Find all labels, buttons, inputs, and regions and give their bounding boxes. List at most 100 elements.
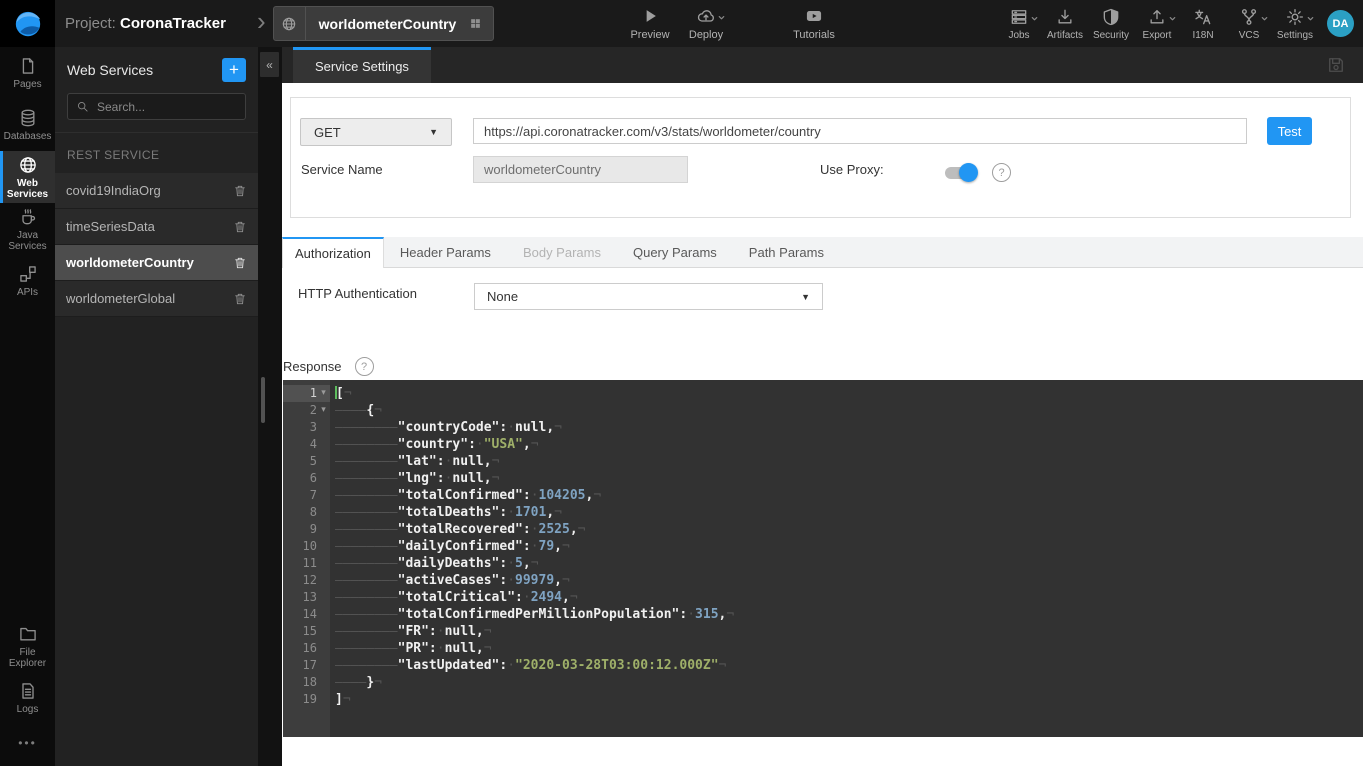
url-input[interactable] (473, 118, 1247, 144)
editor-gutter[interactable]: 15 (283, 623, 330, 640)
editor-gutter[interactable]: 12 (283, 572, 330, 589)
editor-gutter[interactable]: 13 (283, 589, 330, 606)
sidebar-item-databases[interactable]: Databases (0, 99, 55, 151)
deploy-button[interactable]: Deploy (678, 6, 734, 41)
tutorials-button[interactable]: Tutorials (786, 6, 842, 41)
service-item-timeSeriesData[interactable]: timeSeriesData (55, 209, 258, 245)
action-label: Deploy (689, 29, 723, 41)
collapse-panel-button[interactable]: « (260, 52, 279, 77)
editor-gutter[interactable]: 14 (283, 606, 330, 623)
action-icon (1285, 7, 1305, 27)
editor-gutter[interactable]: 18 (283, 674, 330, 691)
fold-arrow-icon[interactable] (317, 555, 330, 572)
tab-path-params[interactable]: Path Params (733, 237, 840, 267)
tab-service-settings[interactable]: Service Settings (293, 47, 431, 83)
editor-line: 11 ————————"dailyDeaths":·5,¬ (283, 555, 1363, 572)
tab-query-params[interactable]: Query Params (617, 237, 733, 267)
sidebar-item-apis[interactable]: APIs (0, 255, 55, 307)
fold-arrow-icon[interactable] (317, 436, 330, 453)
fold-arrow-icon[interactable] (317, 589, 330, 606)
avatar[interactable]: DA (1327, 10, 1354, 37)
action-label: Artifacts (1047, 30, 1083, 41)
fold-arrow-icon[interactable]: ▾ (317, 402, 330, 419)
panel-collapse-strip: « (258, 47, 282, 766)
more-options-button[interactable]: ••• (0, 736, 55, 750)
editor-gutter[interactable]: 2 ▾ (283, 402, 330, 419)
test-button[interactable]: Test (1267, 117, 1312, 145)
fold-arrow-icon[interactable] (317, 504, 330, 521)
search-input[interactable] (95, 99, 237, 115)
method-select[interactable]: GET ▼ (300, 118, 452, 146)
editor-gutter[interactable]: 11 (283, 555, 330, 572)
sidebar-item-web-services[interactable]: Web Services (0, 151, 55, 203)
sidebar-item-java-services[interactable]: Java Services (0, 203, 55, 255)
editor-gutter[interactable]: 6 (283, 470, 330, 487)
toggle-knob (959, 163, 978, 182)
chevron-down-icon (1030, 10, 1039, 28)
editor-gutter[interactable]: 1 ▾ (283, 385, 330, 402)
fold-arrow-icon[interactable] (317, 623, 330, 640)
scrollbar-thumb[interactable] (261, 377, 265, 423)
fold-arrow-icon[interactable] (317, 487, 330, 504)
settings-button[interactable]: Settings (1272, 7, 1318, 41)
http-auth-select[interactable]: None ▼ (474, 283, 823, 310)
editor-gutter[interactable]: 17 (283, 657, 330, 674)
sidebar-item-logs[interactable]: Logs (0, 672, 55, 724)
sidebar-item-pages[interactable]: Pages (0, 47, 55, 99)
tab-authorization[interactable]: Authorization (282, 237, 384, 268)
jobs-button[interactable]: Jobs (996, 7, 1042, 41)
trash-icon[interactable] (233, 183, 247, 199)
code-line: [¬ (330, 385, 352, 402)
export-button[interactable]: Export (1134, 7, 1180, 41)
fold-arrow-icon[interactable] (317, 538, 330, 555)
editor-gutter[interactable]: 5 (283, 453, 330, 470)
wavemaker-logo[interactable] (0, 0, 55, 47)
add-service-button[interactable]: + (222, 58, 246, 82)
editor-gutter[interactable]: 7 (283, 487, 330, 504)
fold-arrow-icon[interactable] (317, 640, 330, 657)
preview-button[interactable]: Preview (622, 6, 678, 41)
fold-arrow-icon[interactable] (317, 453, 330, 470)
trash-icon[interactable] (233, 291, 247, 307)
entity-tab-worldometerCountry[interactable]: worldometerCountry (273, 6, 495, 41)
editor-gutter[interactable]: 16 (283, 640, 330, 657)
tab-header-params[interactable]: Header Params (384, 237, 507, 267)
editor-gutter[interactable]: 9 (283, 521, 330, 538)
i18n-button[interactable]: I18N (1180, 7, 1226, 41)
save-icon[interactable] (1326, 55, 1346, 75)
use-proxy-toggle[interactable] (945, 167, 976, 179)
fold-arrow-icon[interactable]: ▾ (317, 385, 330, 402)
editor-gutter[interactable]: 8 (283, 504, 330, 521)
fold-arrow-icon[interactable] (317, 606, 330, 623)
fold-arrow-icon[interactable] (317, 521, 330, 538)
fold-arrow-icon[interactable] (317, 674, 330, 691)
proxy-help-icon[interactable]: ? (992, 163, 1011, 182)
http-auth-label: HTTP Authentication (298, 286, 417, 301)
entity-tab-label: worldometerCountry (306, 16, 470, 32)
grid-icon[interactable] (469, 17, 482, 30)
fold-arrow-icon[interactable] (317, 691, 330, 708)
fold-arrow-icon[interactable] (317, 657, 330, 674)
fold-arrow-icon[interactable] (317, 419, 330, 436)
editor-gutter[interactable]: 3 (283, 419, 330, 436)
vcs-button[interactable]: VCS (1226, 7, 1272, 41)
trash-icon[interactable] (233, 219, 247, 235)
fold-arrow-icon[interactable] (317, 572, 330, 589)
artifacts-button[interactable]: Artifacts (1042, 7, 1088, 41)
security-button[interactable]: Security (1088, 7, 1134, 41)
search-box[interactable] (67, 93, 246, 120)
service-item-worldometerGlobal[interactable]: worldometerGlobal (55, 281, 258, 317)
fold-arrow-icon[interactable] (317, 470, 330, 487)
tab-body-params[interactable]: Body Params (507, 237, 617, 267)
service-item-covid19IndiaOrg[interactable]: covid19IndiaOrg (55, 173, 258, 209)
trash-icon[interactable] (233, 255, 247, 271)
service-item-worldometerCountry[interactable]: worldometerCountry (55, 245, 258, 281)
sidebar-item-file-explorer[interactable]: File Explorer (0, 620, 55, 672)
editor-gutter[interactable]: 19 (283, 691, 330, 708)
editor-gutter[interactable]: 4 (283, 436, 330, 453)
editor-gutter[interactable]: 10 (283, 538, 330, 555)
response-help-icon[interactable]: ? (355, 357, 374, 376)
response-code-editor[interactable]: 1 ▾ [¬ 2 ▾ ————{¬ 3 (283, 380, 1363, 737)
service-name-input[interactable] (473, 156, 688, 183)
line-number: 8 (283, 504, 317, 521)
